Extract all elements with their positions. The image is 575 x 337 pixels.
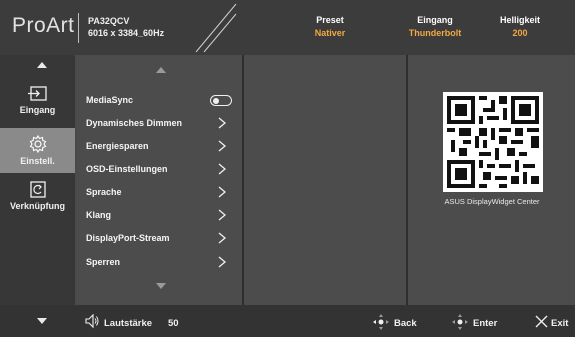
menu-item-sound[interactable]: Klang — [86, 205, 236, 225]
menu-item-displayport-stream[interactable]: DisplayPort-Stream — [86, 228, 236, 248]
chevron-right-icon — [218, 140, 226, 152]
exit-button[interactable]: Exit — [551, 318, 568, 329]
menu-item-label: Energiesparen — [86, 141, 149, 151]
proart-logo: ProArt — [12, 14, 75, 37]
nav-item-input-label: Eingang — [19, 105, 56, 115]
input-label: Eingang — [417, 15, 453, 25]
chevron-right-icon — [218, 209, 226, 221]
input-status: Eingang Thunderbolt — [400, 14, 470, 40]
logo-divider — [78, 13, 79, 43]
joystick-enter-icon — [452, 314, 468, 330]
menu-item-energy-saving[interactable]: Energiesparen — [86, 136, 236, 156]
toggle-knob — [213, 97, 219, 104]
menu-item-label: DisplayPort-Stream — [86, 233, 170, 243]
preset-label: Preset — [316, 15, 344, 25]
menu-item-osd-settings[interactable]: OSD-Einstellungen — [86, 159, 236, 179]
preset-value: Nativer — [314, 28, 346, 38]
menu-item-mediasync[interactable]: MediaSync — [86, 90, 236, 110]
menu-item-lock[interactable]: Sperren — [86, 252, 236, 272]
nav-item-shortcut-label: Verknüpfung — [9, 201, 65, 211]
nav-item-shortcut[interactable]: Verknüpfung — [0, 180, 75, 220]
menu-item-label: Sperren — [86, 257, 121, 267]
resolution-text: 6016 x 3384_60Hz — [88, 28, 165, 38]
menu-item-label: MediaSync — [86, 95, 134, 105]
menu-item-dynamic-dimming[interactable]: Dynamisches Dimmen — [86, 113, 236, 133]
volume-label: Lautstärke — [104, 318, 153, 329]
mediasync-toggle[interactable] — [210, 95, 232, 106]
menu-item-label: Klang — [86, 210, 112, 220]
header-slash-decoration — [195, 3, 237, 53]
model-name: PA32QCV — [88, 16, 130, 26]
nav-item-settings-label: Einstell. — [20, 156, 55, 166]
osd-header: ProArt PA32QCV 6016 x 3384_60Hz Preset N… — [0, 0, 575, 55]
close-icon — [535, 315, 548, 328]
menu-item-label: Sprache — [86, 187, 122, 197]
menu-scroll-down-icon[interactable] — [156, 283, 166, 289]
brightness-status: Helligkeit 200 — [485, 14, 555, 40]
chevron-right-icon — [218, 186, 226, 198]
enter-button[interactable]: Enter — [473, 318, 497, 329]
volume-value: 50 — [168, 318, 179, 329]
input-value: Thunderbolt — [408, 28, 462, 38]
back-button[interactable]: Back — [394, 318, 417, 329]
chevron-right-icon — [218, 163, 226, 175]
chevron-right-icon — [218, 256, 226, 268]
model-info: PA32QCV 6016 x 3384_60Hz — [88, 15, 164, 39]
chevron-right-icon — [218, 117, 226, 129]
speaker-icon — [85, 313, 99, 329]
shortcut-icon — [29, 181, 46, 198]
menu-item-label: OSD-Einstellungen — [86, 164, 168, 174]
chevron-right-icon — [218, 232, 226, 244]
bottom-down-arrow-icon[interactable] — [37, 318, 47, 324]
menu-scroll-up-icon[interactable] — [156, 67, 166, 73]
qr-code — [443, 92, 543, 192]
menu-item-language[interactable]: Sprache — [86, 182, 236, 202]
menu-item-label: Dynamisches Dimmen — [86, 118, 183, 128]
nav-item-settings[interactable]: Einstell. — [0, 128, 75, 173]
gear-icon — [29, 134, 46, 154]
preset-status: Preset Nativer — [300, 14, 360, 40]
input-icon — [27, 86, 47, 101]
qr-caption: ASUS DisplayWidget Center — [444, 197, 540, 206]
joystick-back-icon — [373, 314, 389, 330]
nav-scroll-up-icon[interactable] — [37, 62, 47, 68]
submenu-panel — [244, 55, 406, 305]
brightness-label: Helligkeit — [499, 15, 540, 25]
brightness-value: 200 — [512, 28, 528, 38]
nav-item-input[interactable]: Eingang — [0, 85, 75, 125]
